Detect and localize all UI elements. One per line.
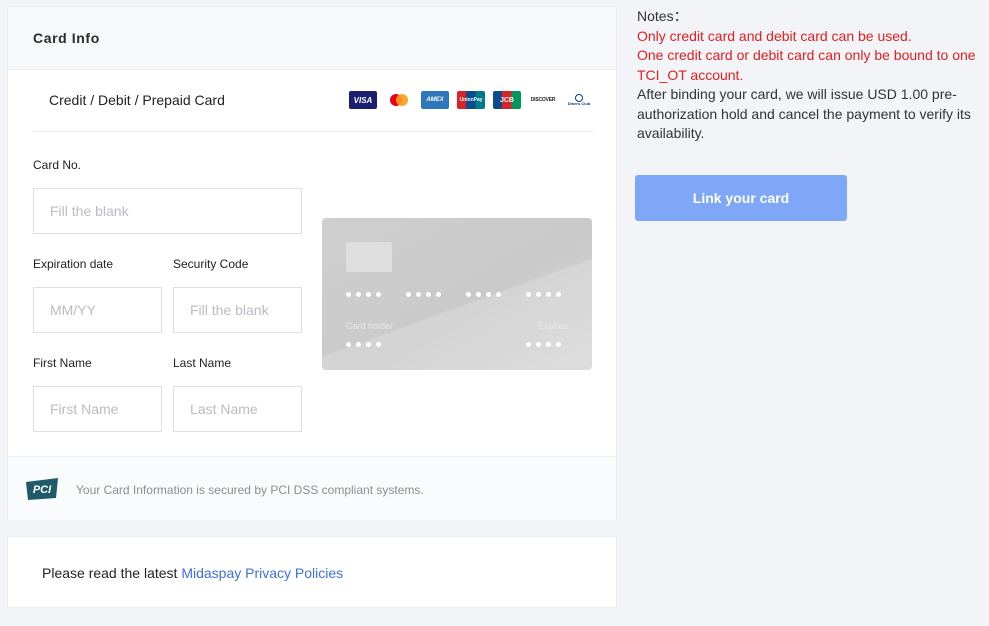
mastercard-logo-icon bbox=[385, 91, 413, 109]
card-holder-label: Card holder bbox=[346, 321, 394, 331]
diners-club-logo-icon: Diners Club bbox=[565, 91, 593, 109]
unionpay-logo-icon: UnionPay bbox=[457, 91, 485, 109]
card-number-dots-3 bbox=[466, 292, 501, 297]
card-type-row: Credit / Debit / Prepaid Card VISA AMEX … bbox=[33, 70, 593, 132]
notes-warning-2: One credit card or debit card can only b… bbox=[637, 47, 976, 83]
card-preview: Card holder Expires bbox=[322, 218, 592, 370]
privacy-prefix: Please read the latest bbox=[42, 565, 178, 581]
last-name-input[interactable] bbox=[173, 386, 302, 432]
card-type-label: Credit / Debit / Prepaid Card bbox=[49, 92, 225, 108]
pci-logo-text: PCI bbox=[33, 484, 52, 496]
pci-logo-icon: PCI bbox=[26, 478, 58, 500]
security-code-label: Security Code bbox=[173, 257, 249, 271]
card-number-dots-1 bbox=[346, 292, 381, 297]
jcb-logo-icon: JCB bbox=[493, 91, 521, 109]
first-name-input[interactable] bbox=[33, 386, 162, 432]
pci-security-row: PCI Your Card Information is secured by … bbox=[8, 456, 616, 520]
card-info-panel: Card Info Credit / Debit / Prepaid Card … bbox=[7, 6, 617, 520]
card-number-label: Card No. bbox=[33, 158, 82, 172]
expiration-date-input[interactable] bbox=[33, 287, 162, 333]
card-chip-icon bbox=[346, 242, 392, 272]
card-expires-dots bbox=[526, 342, 561, 347]
card-number-dots-2 bbox=[406, 292, 441, 297]
card-expires-label: Expires bbox=[537, 321, 568, 331]
accepted-card-logos: VISA AMEX UnionPay JCB DISCOVER Diners C… bbox=[349, 91, 593, 109]
notes-info: After binding your card, we will issue U… bbox=[637, 86, 971, 141]
visa-logo-icon: VISA bbox=[349, 91, 377, 109]
diners-club-logo-text: Diners Club bbox=[567, 101, 591, 106]
first-name-label: First Name bbox=[33, 356, 92, 370]
pci-security-text: Your Card Information is secured by PCI … bbox=[76, 483, 424, 497]
card-info-header: Card Info bbox=[8, 7, 616, 70]
last-name-label: Last Name bbox=[173, 356, 232, 370]
amex-logo-icon: AMEX bbox=[421, 91, 449, 109]
card-number-input[interactable] bbox=[33, 188, 302, 234]
card-holder-dots bbox=[346, 342, 381, 347]
privacy-panel: Please read the latest Midaspay Privacy … bbox=[7, 536, 617, 608]
notes-section: Notes： Only credit card and debit card c… bbox=[637, 7, 982, 144]
security-code-input[interactable] bbox=[173, 287, 302, 333]
card-number-dots-4 bbox=[526, 292, 561, 297]
privacy-notice: Please read the latest Midaspay Privacy … bbox=[42, 565, 343, 581]
notes-title: Notes： bbox=[637, 8, 688, 24]
card-info-title: Card Info bbox=[33, 30, 100, 46]
discover-logo-icon: DISCOVER bbox=[529, 91, 557, 109]
privacy-policy-link[interactable]: Midaspay Privacy Policies bbox=[181, 565, 343, 581]
expiration-date-label: Expiration date bbox=[33, 257, 114, 271]
link-card-button[interactable]: Link your card bbox=[635, 175, 847, 221]
notes-warning-1: Only credit card and debit card can be u… bbox=[637, 27, 912, 44]
